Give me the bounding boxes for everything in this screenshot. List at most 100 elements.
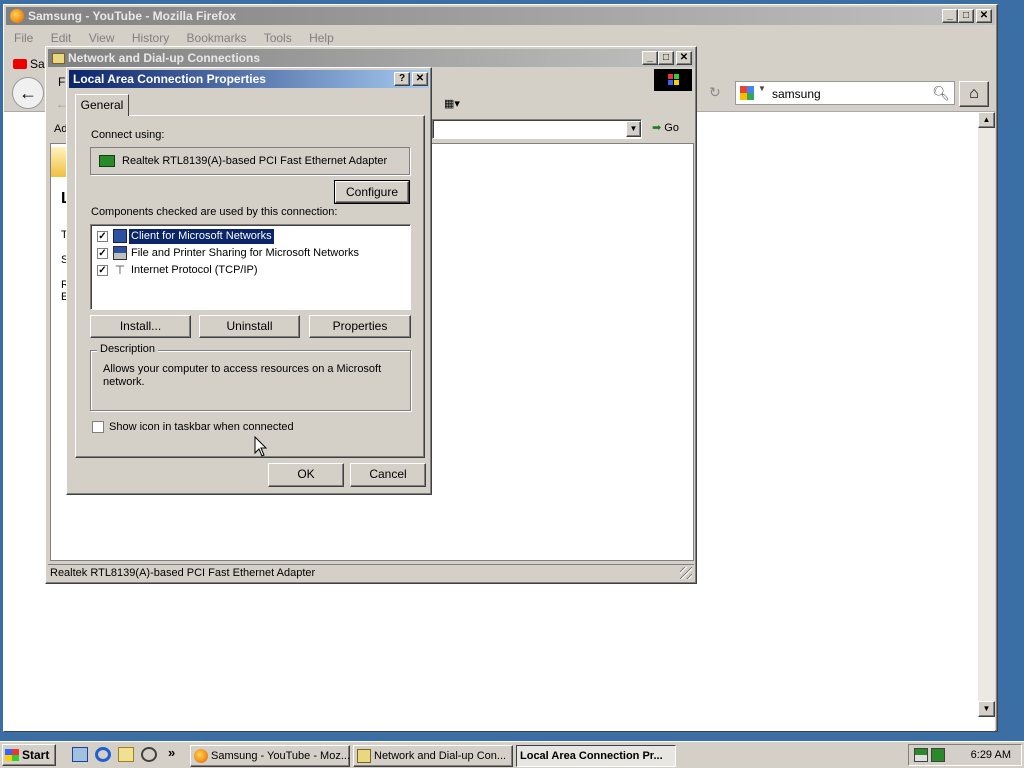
properties-dialog-title: Local Area Connection Properties	[73, 72, 266, 86]
task-lan-properties[interactable]: Local Area Connection Pr...	[516, 745, 676, 767]
firefox-icon	[10, 9, 24, 23]
component-client[interactable]: ✓ Client for Microsoft Networks	[97, 228, 397, 245]
tab-general[interactable]: General	[75, 94, 129, 116]
network-adapter-icon	[99, 155, 115, 167]
search-input[interactable]: samsung	[772, 87, 821, 101]
components-list[interactable]: ✓ Client for Microsoft Networks ✓ File a…	[90, 224, 411, 310]
resize-grip-icon[interactable]	[680, 567, 692, 579]
install-button[interactable]: Install...	[90, 315, 191, 338]
scroll-down-arrow[interactable]: ▼	[978, 701, 995, 717]
go-label: Go	[664, 122, 679, 134]
explorer-search-icon[interactable]	[141, 747, 157, 762]
start-button[interactable]: Start	[2, 744, 56, 766]
network-connections-maximize-button[interactable]: □	[658, 51, 674, 65]
views-button-icon[interactable]: ▦▾	[444, 97, 468, 111]
component-file-printer-label: File and Printer Sharing for Microsoft N…	[131, 247, 360, 259]
dialog-close-button[interactable]: ✕	[412, 72, 428, 86]
description-group: Description Allows your computer to acce…	[90, 343, 411, 411]
firefox-titlebar[interactable]: Samsung - YouTube - Mozilla Firefox	[6, 7, 995, 25]
network-connections-title: Network and Dial-up Connections	[68, 51, 261, 65]
network-folder-icon	[357, 749, 371, 763]
network-tray-icon[interactable]	[914, 748, 928, 762]
status-text: Realtek RTL8139(A)-based PCI Fast Ethern…	[50, 567, 316, 579]
task-network-connections[interactable]: Network and Dial-up Con...	[353, 745, 513, 767]
menu-edit[interactable]: Edit	[51, 31, 72, 45]
task-firefox-label: Samsung - YouTube - Moz...	[211, 750, 350, 762]
network-connections-minimize-button[interactable]: _	[642, 51, 658, 65]
home-icon: ⌂	[969, 85, 979, 102]
task-firefox[interactable]: Samsung - YouTube - Moz...	[190, 745, 350, 767]
protocol-icon: ⊤	[114, 263, 126, 277]
network-connections-close-button[interactable]: ✕	[676, 51, 692, 65]
file-printer-sharing-icon	[113, 246, 127, 260]
menu-tools[interactable]: Tools	[264, 31, 292, 45]
vertical-scrollbar[interactable]: ▲ ▼	[978, 112, 995, 717]
magnifier-icon[interactable]: 🔍︎	[932, 85, 950, 102]
adapter-box: Realtek RTL8139(A)-based PCI Fast Ethern…	[90, 147, 410, 175]
firefox-menubar: File Edit View History Bookmarks Tools H…	[14, 31, 348, 45]
menu-view[interactable]: View	[89, 31, 115, 45]
configure-label: Configure	[345, 185, 399, 199]
firefox-icon	[194, 749, 208, 763]
network-folder-icon	[52, 53, 65, 64]
configure-button[interactable]: Configure	[334, 180, 410, 204]
windows-flag-icon	[5, 749, 19, 761]
back-button[interactable]: ←	[12, 77, 44, 109]
network-client-icon	[113, 229, 127, 243]
show-icon-label[interactable]: Show icon in taskbar when connected	[109, 421, 294, 433]
task-lan-properties-label: Local Area Connection Pr...	[520, 750, 663, 762]
network-tray-icon-2[interactable]	[931, 748, 945, 762]
go-arrow-icon: ➡︎	[652, 122, 662, 134]
cancel-button[interactable]: Cancel	[350, 463, 426, 487]
connect-using-label: Connect using:	[91, 129, 165, 141]
network-connections-statusbar: Realtek RTL8139(A)-based PCI Fast Ethern…	[48, 564, 694, 582]
outlook-express-icon[interactable]	[118, 747, 134, 762]
task-network-connections-label: Network and Dial-up Con...	[374, 750, 507, 762]
tab-general-label: General	[80, 98, 124, 112]
reload-icon[interactable]: ↻	[709, 84, 721, 101]
adapter-name: Realtek RTL8139(A)-based PCI Fast Ethern…	[122, 155, 388, 167]
cancel-label: Cancel	[369, 467, 407, 481]
go-button[interactable]: ➡︎ Go	[652, 121, 679, 134]
help-button[interactable]: ?	[394, 72, 410, 86]
quicklaunch-overflow[interactable]: »	[168, 745, 175, 760]
properties-button[interactable]: Properties	[309, 315, 411, 338]
component-tcpip-checkbox[interactable]: ✓	[97, 265, 108, 276]
install-label: Install...	[119, 319, 162, 333]
youtube-icon	[13, 59, 27, 69]
properties-label: Properties	[332, 319, 388, 333]
firefox-maximize-button[interactable]: □	[958, 9, 974, 23]
start-label: Start	[22, 748, 50, 762]
ie-icon[interactable]	[95, 747, 111, 762]
address-dropdown-button[interactable]: ▼	[626, 121, 641, 137]
scroll-up-arrow[interactable]: ▲	[978, 112, 995, 128]
home-button[interactable]: ⌂	[959, 81, 989, 107]
google-icon	[740, 86, 754, 100]
menu-file[interactable]: File	[14, 31, 33, 45]
components-label: Components checked are used by this conn…	[91, 206, 338, 218]
component-tcpip[interactable]: ✓ ⊤ Internet Protocol (TCP/IP)	[97, 263, 397, 279]
show-icon-checkbox[interactable]	[92, 421, 104, 433]
component-file-printer[interactable]: ✓ File and Printer Sharing for Microsoft…	[97, 246, 397, 262]
menu-bookmarks[interactable]: Bookmarks	[187, 31, 247, 45]
search-box[interactable]: ▼ samsung 🔍︎	[735, 81, 955, 105]
mouse-pointer-icon	[254, 436, 268, 457]
properties-dialog-titlebar[interactable]: Local Area Connection Properties	[69, 70, 429, 88]
description-text: Allows your computer to access resources…	[103, 363, 382, 388]
ok-button[interactable]: OK	[268, 463, 344, 487]
menu-help[interactable]: Help	[309, 31, 334, 45]
network-connections-titlebar[interactable]: Network and Dial-up Connections	[48, 49, 694, 67]
firefox-close-button[interactable]: ✕	[976, 9, 992, 23]
component-file-printer-checkbox[interactable]: ✓	[97, 248, 108, 259]
menu-history[interactable]: History	[132, 31, 169, 45]
show-desktop-icon[interactable]	[72, 747, 88, 762]
address-field[interactable]	[432, 119, 642, 139]
description-title: Description	[97, 343, 159, 355]
search-engine-dropdown-icon: ▼	[758, 84, 766, 93]
component-client-checkbox[interactable]: ✓	[97, 231, 108, 242]
clock[interactable]: 6:29 AM	[971, 749, 1011, 761]
ok-label: OK	[297, 467, 315, 481]
firefox-minimize-button[interactable]: _	[942, 9, 958, 23]
uninstall-button[interactable]: Uninstall	[199, 315, 300, 338]
uninstall-label: Uninstall	[226, 319, 273, 333]
